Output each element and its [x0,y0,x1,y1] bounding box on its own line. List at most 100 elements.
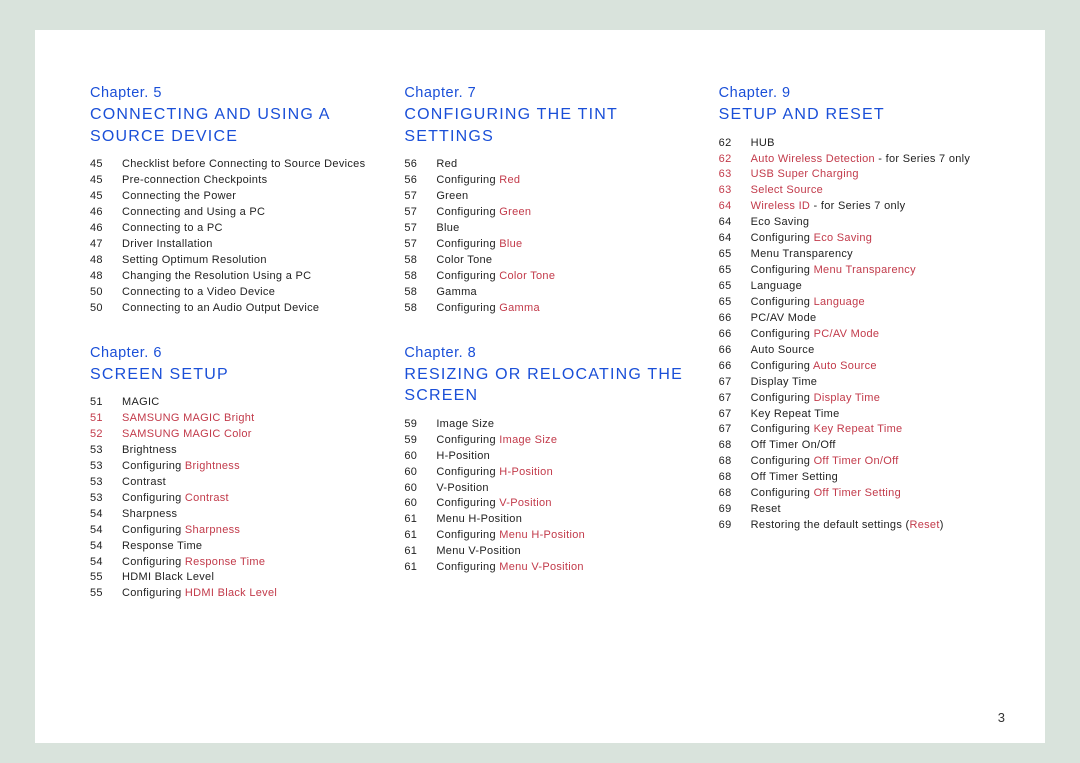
toc-page-num: 54 [90,555,122,571]
toc-entry[interactable]: 67Configuring Key Repeat Time [719,422,1005,438]
toc-entry[interactable]: 65Menu Transparency [719,247,1005,263]
toc-entry-text: Reset [751,502,1005,518]
toc-entry[interactable]: 57Configuring Green [404,205,690,221]
toc-entry[interactable]: 61Menu V-Position [404,544,690,560]
toc-page-num: 62 [719,152,751,168]
toc-entry[interactable]: 58Gamma [404,285,690,301]
toc-entry[interactable]: 46Connecting to a PC [90,221,376,237]
toc-entry[interactable]: 66Configuring PC/AV Mode [719,327,1005,343]
toc-entry-text: USB Super Charging [751,167,1005,183]
toc-entry[interactable]: 58Configuring Color Tone [404,269,690,285]
toc-entry[interactable]: 53Configuring Contrast [90,491,376,507]
toc-columns: Chapter. 5CONNECTING AND USING A SOURCE … [90,85,1005,630]
toc-entry[interactable]: 62Auto Wireless Detection - for Series 7… [719,152,1005,168]
toc-entry[interactable]: 48Setting Optimum Resolution [90,253,376,269]
toc-entry[interactable]: 46Connecting and Using a PC [90,205,376,221]
toc-entry-text: Select Source [751,183,1005,199]
toc-entry[interactable]: 51SAMSUNG MAGIC Bright [90,411,376,427]
toc-entry[interactable]: 65Language [719,279,1005,295]
toc-entry[interactable]: 55HDMI Black Level [90,570,376,586]
toc-entry[interactable]: 45Connecting the Power [90,189,376,205]
toc-page-num: 54 [90,539,122,555]
toc-entry[interactable]: 66Configuring Auto Source [719,359,1005,375]
toc-entry[interactable]: 68Off Timer On/Off [719,438,1005,454]
toc-page-num: 67 [719,391,751,407]
toc-page-num: 53 [90,475,122,491]
toc-entry-text: HUB [751,136,1005,152]
chapter-title: SETUP AND RESET [719,104,1005,126]
toc-entry[interactable]: 66PC/AV Mode [719,311,1005,327]
toc-entry[interactable]: 51MAGIC [90,395,376,411]
toc-entry[interactable]: 68Configuring Off Timer On/Off [719,454,1005,470]
toc-entry[interactable]: 57Configuring Blue [404,237,690,253]
toc-entry-text: SAMSUNG MAGIC Color [122,427,376,443]
toc-entry[interactable]: 48Changing the Resolution Using a PC [90,269,376,285]
toc-entry[interactable]: 69Reset [719,502,1005,518]
toc-entry[interactable]: 60V-Position [404,481,690,497]
toc-entry[interactable]: 58Configuring Gamma [404,301,690,317]
toc-list: 62HUB62Auto Wireless Detection - for Ser… [719,136,1005,534]
toc-entry[interactable]: 54Sharpness [90,507,376,523]
toc-entry[interactable]: 50Connecting to an Audio Output Device [90,301,376,317]
toc-entry-text: Auto Source [751,343,1005,359]
toc-entry[interactable]: 52SAMSUNG MAGIC Color [90,427,376,443]
toc-entry[interactable]: 62HUB [719,136,1005,152]
toc-entry-text: Configuring Menu V-Position [436,560,690,576]
toc-page-num: 66 [719,359,751,375]
toc-entry[interactable]: 63Select Source [719,183,1005,199]
toc-entry[interactable]: 58Color Tone [404,253,690,269]
toc-entry[interactable]: 54Configuring Response Time [90,555,376,571]
toc-page-num: 61 [404,512,436,528]
toc-entry[interactable]: 64Configuring Eco Saving [719,231,1005,247]
toc-entry-text: Configuring V-Position [436,496,690,512]
toc-entry[interactable]: 56Red [404,157,690,173]
toc-entry[interactable]: 53Brightness [90,443,376,459]
toc-entry-text: Configuring Menu Transparency [751,263,1005,279]
toc-entry[interactable]: 53Contrast [90,475,376,491]
toc-entry[interactable]: 60H-Position [404,449,690,465]
toc-entry[interactable]: 53Configuring Brightness [90,459,376,475]
toc-entry[interactable]: 54Configuring Sharpness [90,523,376,539]
toc-entry[interactable]: 55Configuring HDMI Black Level [90,586,376,602]
toc-entry-text: MAGIC [122,395,376,411]
toc-page-num: 64 [719,215,751,231]
toc-entry[interactable]: 57Green [404,189,690,205]
toc-entry-text: Configuring Color Tone [436,269,690,285]
toc-entry[interactable]: 65Configuring Language [719,295,1005,311]
toc-entry[interactable]: 59Configuring Image Size [404,433,690,449]
toc-page-num: 61 [404,528,436,544]
toc-entry[interactable]: 68Off Timer Setting [719,470,1005,486]
toc-entry[interactable]: 67Configuring Display Time [719,391,1005,407]
toc-entry[interactable]: 67Display Time [719,375,1005,391]
toc-entry[interactable]: 60Configuring V-Position [404,496,690,512]
toc-page-num: 64 [719,199,751,215]
toc-entry-text: Configuring Eco Saving [751,231,1005,247]
toc-entry[interactable]: 45Pre-connection Checkpoints [90,173,376,189]
toc-entry[interactable]: 45Checklist before Connecting to Source … [90,157,376,173]
toc-entry[interactable]: 59Image Size [404,417,690,433]
toc-page-num: 64 [719,231,751,247]
toc-entry[interactable]: 67Key Repeat Time [719,407,1005,423]
toc-entry[interactable]: 64Wireless ID - for Series 7 only [719,199,1005,215]
toc-entry[interactable]: 60Configuring H-Position [404,465,690,481]
toc-entry[interactable]: 66Auto Source [719,343,1005,359]
toc-entry[interactable]: 61Configuring Menu H-Position [404,528,690,544]
toc-entry[interactable]: 69Restoring the default settings (Reset) [719,518,1005,534]
toc-entry[interactable]: 68Configuring Off Timer Setting [719,486,1005,502]
toc-page-num: 53 [90,443,122,459]
toc-entry[interactable]: 50Connecting to a Video Device [90,285,376,301]
toc-entry[interactable]: 57Blue [404,221,690,237]
chapter-block: Chapter. 9SETUP AND RESET62HUB62Auto Wir… [719,85,1005,534]
toc-entry-text: Off Timer On/Off [751,438,1005,454]
toc-entry-text: Menu V-Position [436,544,690,560]
toc-entry[interactable]: 63USB Super Charging [719,167,1005,183]
toc-entry[interactable]: 61Menu H-Position [404,512,690,528]
toc-entry-text: HDMI Black Level [122,570,376,586]
toc-entry[interactable]: 61Configuring Menu V-Position [404,560,690,576]
toc-entry-text: Configuring H-Position [436,465,690,481]
toc-entry[interactable]: 56Configuring Red [404,173,690,189]
toc-entry[interactable]: 54Response Time [90,539,376,555]
toc-entry[interactable]: 65Configuring Menu Transparency [719,263,1005,279]
toc-entry[interactable]: 64Eco Saving [719,215,1005,231]
toc-entry[interactable]: 47Driver Installation [90,237,376,253]
